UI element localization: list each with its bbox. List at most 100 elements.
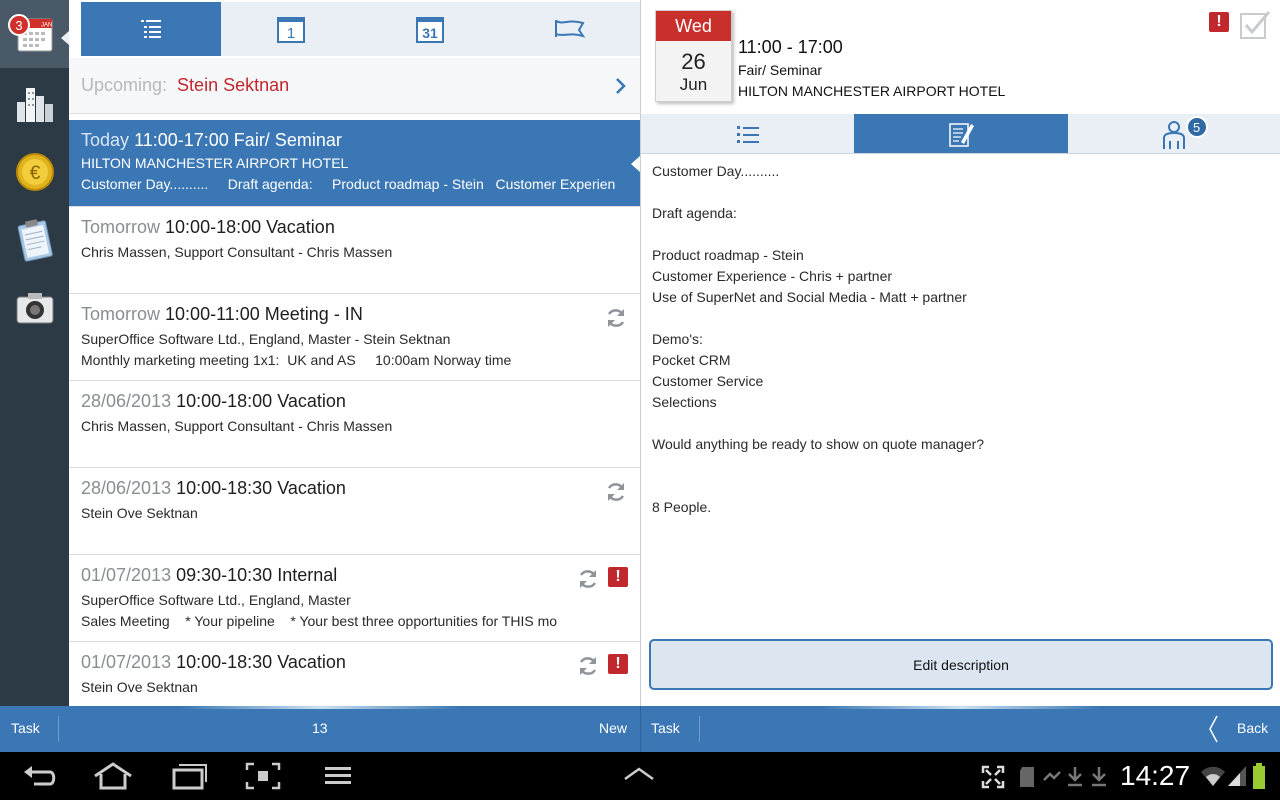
item-when: 01/07/2013 xyxy=(81,565,172,585)
month-tab-number: 31 xyxy=(423,25,439,41)
item-status-icons: ! xyxy=(576,567,628,591)
edit-description-button[interactable]: Edit description xyxy=(649,639,1273,690)
wifi-icon xyxy=(1201,766,1225,786)
list-item[interactable]: Today 11:00-17:00 Fair/ Seminar HILTON M… xyxy=(69,120,640,207)
recurring-icon xyxy=(607,309,625,327)
description-line xyxy=(652,455,1262,476)
new-button[interactable]: New xyxy=(599,720,627,736)
rail-selection-notch xyxy=(61,31,69,45)
description-line: Customer Experience - Chris + partner xyxy=(652,268,893,284)
appointment-type: Fair/ Seminar xyxy=(738,62,823,78)
appointment-description: Customer Day.......... Draft agenda: Produ… xyxy=(652,161,1262,518)
item-line1: HILTON MANCHESTER AIRPORT HOTEL xyxy=(81,155,349,171)
tab-participants[interactable]: 5 xyxy=(1068,114,1280,153)
signal-icon xyxy=(1228,766,1246,786)
item-line1: SuperOffice Software Ltd., England, Mast… xyxy=(81,331,451,347)
list-item[interactable]: Tomorrow 10:00-11:00 Meeting - IN SuperO… xyxy=(69,294,640,381)
menu-icon[interactable] xyxy=(322,762,354,790)
description-line: Would anything be ready to show on quote… xyxy=(652,436,985,452)
item-when: 28/06/2013 xyxy=(81,391,172,411)
item-title: 10:00-18:00 Vacation xyxy=(165,217,335,237)
system-navigation-bar: 14:27 xyxy=(0,752,1280,800)
detail-tabs: 5 xyxy=(641,114,1280,154)
description-line xyxy=(652,182,1262,203)
list-item[interactable]: 01/07/2013 10:00-18:30 Vacation Stein Ov… xyxy=(69,642,640,706)
description-line xyxy=(652,308,1262,329)
description-line: Product roadmap - Stein xyxy=(652,247,804,263)
item-when: Tomorrow xyxy=(81,304,161,324)
rail-companies-button[interactable] xyxy=(0,70,69,138)
item-when: Today xyxy=(81,130,130,150)
item-line1: Chris Massen, Support Consultant - Chris… xyxy=(81,244,393,260)
item-line2: Customer Day.......... Draft agenda: Pro… xyxy=(81,176,616,192)
sd-card-icon xyxy=(1020,767,1034,787)
rail-tasks-button[interactable] xyxy=(0,206,69,274)
tab-list-view[interactable] xyxy=(81,2,221,56)
day-tab-number: 1 xyxy=(286,25,294,42)
screenshot-icon[interactable] xyxy=(245,762,281,790)
tab-flag-view[interactable] xyxy=(500,2,640,56)
back-button[interactable]: Back xyxy=(1237,720,1268,736)
item-line1: Stein Ove Sektnan xyxy=(81,505,198,521)
checkbox-complete-icon[interactable] xyxy=(1239,10,1271,40)
clipboard-icon xyxy=(17,219,53,262)
buildings-icon xyxy=(16,88,53,122)
upcoming-label: Upcoming: xyxy=(81,75,168,95)
rail-camera-button[interactable] xyxy=(0,274,69,342)
rail-sales-button[interactable]: € xyxy=(0,138,69,206)
bar-highlight xyxy=(180,706,460,709)
tab-day-view[interactable]: 1 xyxy=(221,2,361,56)
list-item[interactable]: 01/07/2013 09:30-10:30 Internal SuperOff… xyxy=(69,555,640,642)
description-line xyxy=(652,476,1262,497)
list-icon xyxy=(140,20,161,38)
item-title: 09:30-10:30 Internal xyxy=(176,565,338,585)
appointment-time: 11:00 - 17:00 xyxy=(738,37,843,57)
item-title: 10:00-18:30 Vacation xyxy=(176,652,346,672)
item-when: 28/06/2013 xyxy=(81,478,172,498)
list-item[interactable]: 28/06/2013 10:00-18:00 Vacation Chris Ma… xyxy=(69,381,640,468)
alert-icon[interactable]: ! xyxy=(1209,12,1229,32)
appointment-detail-pane: Wed 26 Jun 11:00 - 17:00 Fair/ Seminar H… xyxy=(640,0,1280,706)
description-line: Selections xyxy=(652,394,717,410)
navigation-rail: 3 JAN € xyxy=(0,0,69,706)
participants-count-badge: 5 xyxy=(1185,116,1208,138)
description-line: Use of SuperNet and Social Media - Matt … xyxy=(652,289,967,305)
description-line: Customer Day.......... xyxy=(652,163,780,179)
back-arrow-icon[interactable] xyxy=(22,762,58,790)
item-status-icons: ! xyxy=(576,654,628,678)
list-bottom-bar: Task 13 New xyxy=(0,706,640,752)
rail-calendar-button[interactable]: 3 JAN xyxy=(0,0,69,68)
item-title: 10:00-18:00 Vacation xyxy=(176,391,346,411)
calendar-notification-badge: 3 xyxy=(8,14,30,36)
download-icon xyxy=(1092,767,1106,787)
item-line1: Stein Ove Sektnan xyxy=(81,679,198,695)
list-item[interactable]: Tomorrow 10:00-18:00 Vacation Chris Mass… xyxy=(69,207,640,294)
recent-apps-icon[interactable] xyxy=(170,762,208,790)
date-month: Jun xyxy=(679,75,708,94)
description-line: Demo's: xyxy=(652,331,703,347)
chevron-up-icon[interactable] xyxy=(622,766,656,782)
upcoming-bar[interactable]: Upcoming: Stein Sektnan xyxy=(69,58,640,114)
item-line2: Monthly marketing meeting 1x1: UK and AS… xyxy=(81,352,512,368)
task-button[interactable]: Task xyxy=(11,720,40,736)
appointment-list-pane: 1 31 Upcoming: Stein Sektnan Today 11:00… xyxy=(69,0,640,706)
item-line1: SuperOffice Software Ltd., England, Mast… xyxy=(81,592,351,608)
item-title: 10:00-18:30 Vacation xyxy=(176,478,346,498)
home-icon[interactable] xyxy=(92,762,134,790)
chevron-left-icon[interactable] xyxy=(1207,714,1221,744)
task-button[interactable]: Task xyxy=(651,720,680,736)
upcoming-value: Stein Sektnan xyxy=(177,75,290,95)
tab-description[interactable] xyxy=(854,114,1068,153)
item-count: 13 xyxy=(312,720,328,736)
tab-details[interactable] xyxy=(641,114,854,153)
item-title: 11:00-17:00 Fair/ Seminar xyxy=(134,130,342,150)
fullscreen-icon[interactable] xyxy=(980,764,1006,790)
description-line xyxy=(652,413,1262,434)
description-line xyxy=(652,224,1262,245)
calendar-month-text: JAN xyxy=(41,23,52,29)
date-weekday: Wed xyxy=(656,11,731,41)
list-item[interactable]: 28/06/2013 10:00-18:30 Vacation Stein Ov… xyxy=(69,468,640,555)
alert-icon: ! xyxy=(608,567,628,587)
divider xyxy=(58,716,59,742)
tab-month-view[interactable]: 31 xyxy=(361,2,501,56)
